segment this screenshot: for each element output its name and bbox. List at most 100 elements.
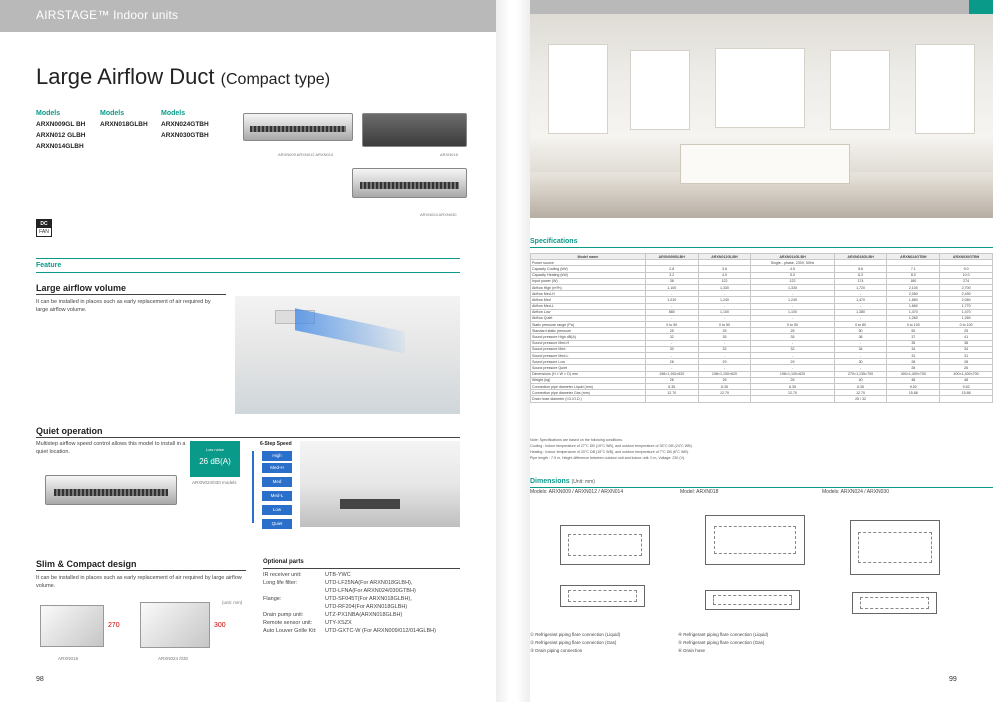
box-caption: ARXN024 /030: [158, 656, 189, 661]
page-number-left: 98: [36, 676, 44, 683]
unit-image-024: [352, 168, 467, 198]
speed-step: Low: [262, 505, 292, 515]
optional-row: Long life filter: UTD-LF25NA(For ARXN018G…: [263, 580, 413, 586]
divider: [36, 258, 460, 259]
series-header-bar: AIRSTAGE™ Indoor units: [0, 0, 496, 32]
series-brand: AIRSTAGE: [36, 8, 98, 22]
feature-title-quiet: Quiet operation: [36, 426, 103, 436]
table-cell: [697, 395, 752, 403]
feature-heading: Feature: [36, 262, 62, 269]
drawing-009-front: [560, 525, 650, 565]
feature-text-slim: It can be installed in places such as ea…: [36, 575, 242, 589]
closet-island: [680, 144, 850, 184]
height-270: 270: [108, 622, 120, 629]
series-sub: ™ Indoor units: [97, 8, 179, 22]
table-cell: [644, 395, 699, 403]
right-header-bar: [530, 0, 993, 14]
legend-right: ④ Refrigerant piping flare connection (L…: [678, 632, 769, 653]
speed-step: High: [262, 451, 292, 461]
optional-row: UTD-LFNA(For ARXN024/030GTBH): [325, 588, 416, 594]
airflow-room-photo: [235, 296, 460, 414]
specifications-heading: Specifications: [530, 238, 578, 245]
quiet-room-photo: [300, 441, 460, 527]
feature-title-airflow: Large airflow volume: [36, 283, 127, 293]
book-spine: [496, 0, 530, 702]
dc-fan-badge: DC FAN: [36, 219, 52, 237]
unit-image-018: [362, 113, 467, 147]
table-cell: 25 / 32: [833, 395, 888, 403]
unit-note: (unit: mm): [222, 600, 243, 605]
model-item: ARXN024GTBH: [161, 121, 209, 128]
dimension-box-018: [40, 605, 104, 647]
dcfan-bottom: FAN: [39, 229, 49, 235]
low-noise-label: Low noise: [205, 447, 224, 452]
table-cell: [939, 395, 993, 403]
speed-step: Med: [262, 477, 292, 487]
divider: [36, 570, 246, 571]
table-cell: Drain hose diameter (I.D./O.D.): [530, 395, 646, 403]
drawing-018-side: [705, 590, 800, 610]
drawing-024-front: [850, 520, 940, 575]
closet-photo: [530, 14, 993, 218]
divider: [36, 272, 460, 273]
dimension-label: Models: ARXN009 / ARXN012 / ARXN014: [530, 489, 624, 495]
optional-row: Drain pump unit: UTZ-PX1NBA(ARXN018GLBH): [263, 612, 403, 618]
specifications-table: Model name ARXN009GLBH ARXN012GLBH ARXN0…: [530, 252, 993, 403]
divider: [36, 437, 460, 438]
speed-step: Med-L: [262, 491, 292, 501]
left-page: AIRSTAGE™ Indoor units Large Airflow Duc…: [0, 0, 496, 702]
unit-caption: ARXN009 ARXN012 ARXN014: [278, 152, 334, 157]
optional-row: Remote sensor unit: UTY-XSZX: [263, 620, 352, 626]
dimensions-heading: Dimensions (Unit: mm): [530, 478, 595, 485]
speed-arrow: [252, 451, 254, 523]
optional-row: Flange: UTD-SF045T(For ARXN018GLBH),: [263, 596, 412, 602]
divider: [263, 568, 460, 569]
model-item: ARXN012 GLBH: [36, 132, 86, 139]
models-heading: Models: [161, 110, 186, 117]
spec-notes: Note: Specifications are based on the fo…: [530, 438, 693, 460]
low-noise-badge: Low noise 26 dB(A): [190, 441, 240, 477]
model-item: ARXN030GTBH: [161, 132, 209, 139]
series-title: AIRSTAGE™ Indoor units: [36, 8, 178, 22]
table-cell: [886, 395, 941, 403]
unit-caption: ARXN018: [440, 152, 458, 157]
page-title: Large Airflow Duct (Compact type): [36, 64, 330, 90]
speed-step: Med-H: [262, 463, 292, 473]
title-main: Large Airflow Duct: [36, 64, 215, 89]
dimension-label: Models: ARXN024 / ARXN030: [822, 489, 889, 495]
feature-text-airflow: It can be installed in places such as ea…: [36, 299, 211, 313]
divider: [36, 294, 226, 295]
legend-left: ① Refrigerant piping flare connection (L…: [530, 632, 621, 653]
step-speed-title: 6-Step Speed: [260, 441, 292, 447]
unit-image-small: [243, 113, 353, 141]
corner-tab: [969, 0, 993, 14]
drawing-009-side: [560, 585, 645, 607]
table-cell: [750, 395, 835, 403]
right-page: Specifications Model name ARXN009GLBH AR…: [530, 0, 993, 702]
feature-title-slim: Slim & Compact design: [36, 559, 137, 569]
dimension-label: Model: ARXN018: [680, 489, 719, 495]
speed-step: Quiet: [262, 519, 292, 529]
feature-text-quiet: Multistep airflow speed control allows t…: [36, 441, 186, 455]
low-noise-value: 26 dB(A): [199, 457, 231, 466]
divider: [530, 487, 993, 488]
title-paren: (Compact type): [220, 71, 331, 88]
table-row: Drain hose diameter (I.D./O.D.) 25 / 32: [530, 395, 993, 403]
height-300: 300: [214, 622, 226, 629]
optional-row: Auto Louver Grille Kit: UTD-GXTC-W (For A…: [263, 628, 436, 634]
unit-image-quiet: [45, 475, 177, 505]
quiet-model-caption: ARXN024/030 models: [192, 480, 237, 485]
dimension-box-024: [140, 602, 210, 648]
page-number-right: 99: [949, 676, 957, 683]
optional-row: UTD-RF204(For ARXN018GLBH): [325, 604, 408, 610]
specifications-body: Power source Single - phase, 230V, 50Hz Ca…: [530, 259, 993, 403]
box-caption: ARXN018: [58, 656, 79, 661]
models-col-3: Models ARXN024GTBH ARXN030GTBH: [161, 110, 241, 141]
unit-caption: ARXN024 ARXN030: [420, 212, 457, 217]
optional-row: IR receiver unit: UTB-YWC: [263, 572, 351, 578]
dcfan-top: DC: [37, 220, 51, 228]
divider: [530, 247, 993, 248]
model-item: ARXN014GLBH: [36, 143, 84, 150]
drawing-024-side: [852, 592, 937, 614]
optional-parts-title: Optional parts: [263, 559, 304, 565]
